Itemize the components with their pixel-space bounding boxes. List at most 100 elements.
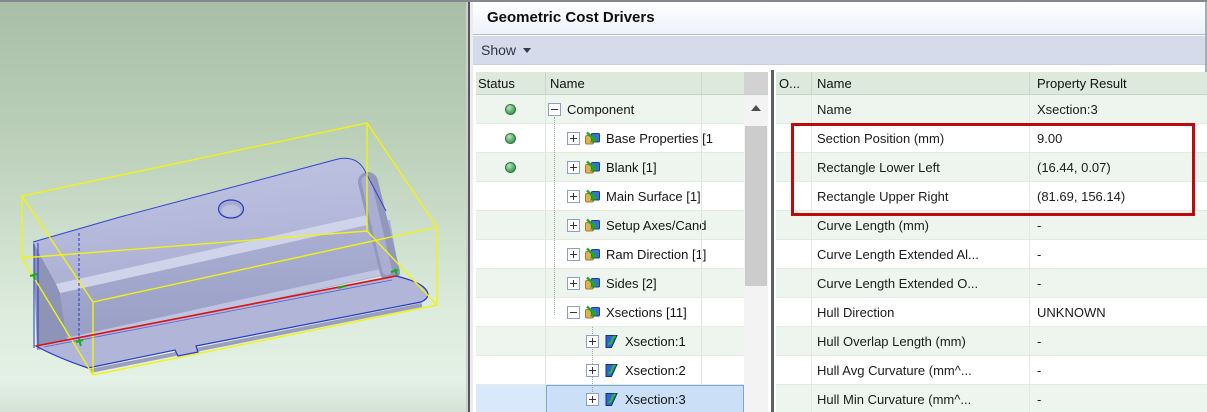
property-name-cell: Curve Length Extended O... — [812, 269, 1030, 297]
status-ok-dot — [505, 104, 516, 115]
tree-row[interactable]: Sides [2] — [476, 269, 744, 298]
cost-driver-group-icon — [585, 189, 600, 204]
tree-row[interactable]: Xsection:3 — [476, 385, 744, 412]
tree-node-label: Xsections [11] — [606, 305, 687, 320]
tree-row[interactable]: Base Properties [1 — [476, 124, 744, 153]
chevron-down-icon — [523, 48, 531, 53]
tree-row[interactable]: Component — [476, 95, 744, 124]
property-name-cell: Hull Direction — [812, 298, 1030, 326]
expand-toggle-icon[interactable] — [567, 132, 580, 145]
cost-driver-group-icon — [585, 218, 600, 233]
cost-driver-tree: Status Name ComponentBase Properties [1 B… — [476, 72, 744, 412]
property-result-cell: - — [1030, 269, 1207, 297]
expand-toggle-icon[interactable] — [586, 364, 599, 377]
property-name-cell: Hull Overlap Length (mm) — [812, 327, 1030, 355]
tree-name-cell: Xsection:2 — [546, 356, 744, 384]
property-o-cell — [776, 269, 812, 297]
status-cell — [476, 327, 546, 355]
property-row[interactable]: Rectangle Lower Left(16.44, 0.07) — [776, 153, 1207, 182]
tree-node-label: Xsection:1 — [625, 334, 686, 349]
expand-toggle-icon[interactable] — [586, 393, 599, 406]
cost-driver-group-icon — [585, 276, 600, 291]
tree-row[interactable]: Xsection:2 — [476, 356, 744, 385]
status-cell — [476, 124, 546, 152]
tree-node-label: Xsection:3 — [625, 392, 686, 407]
expand-toggle-icon[interactable] — [586, 335, 599, 348]
property-row[interactable]: Hull Min Curvature (mm^...- — [776, 385, 1207, 412]
property-row[interactable]: Section Position (mm)9.00 — [776, 124, 1207, 153]
status-cell — [476, 182, 546, 210]
tree-node-label: Xsection:2 — [625, 363, 686, 378]
tree-name-cell: Base Properties [1 — [546, 124, 744, 152]
viewport-panel-splitter[interactable] — [466, 0, 473, 412]
panel-divider — [771, 70, 774, 412]
tree-scrollbar[interactable] — [744, 72, 768, 412]
tree-row[interactable]: Xsections [11] — [476, 298, 744, 327]
property-o-cell — [776, 385, 812, 412]
property-name-cell: Rectangle Lower Left — [812, 153, 1030, 181]
tree-header-name: Name — [546, 72, 744, 94]
expand-toggle-icon[interactable] — [567, 248, 580, 261]
scroll-up-button[interactable] — [744, 97, 768, 119]
collapse-toggle-icon[interactable] — [567, 306, 580, 319]
tree-node-label: Blank [1] — [606, 160, 657, 175]
xsection-icon — [604, 392, 619, 407]
tree-row[interactable]: Main Surface [1] — [476, 182, 744, 211]
show-label: Show — [481, 42, 516, 58]
tree-row[interactable]: Xsection:1 — [476, 327, 744, 356]
status-cell — [476, 269, 546, 297]
property-row[interactable]: Hull DirectionUNKNOWN — [776, 298, 1207, 327]
properties-header-o: O... — [776, 72, 812, 94]
property-result-cell: - — [1030, 356, 1207, 384]
property-o-cell — [776, 211, 812, 239]
expand-toggle-icon[interactable] — [567, 190, 580, 203]
panel-title: Geometric Cost Drivers — [473, 2, 1205, 34]
geometric-cost-drivers-panel: Geometric Cost Drivers Show Status Name … — [473, 0, 1207, 412]
collapse-toggle-icon[interactable] — [548, 103, 561, 116]
property-o-cell — [776, 240, 812, 268]
property-name-cell: Hull Avg Curvature (mm^... — [812, 356, 1030, 384]
property-result-cell: (81.69, 156.14) — [1030, 182, 1207, 210]
panel-title-bar: Geometric Cost Drivers — [473, 2, 1205, 35]
property-row[interactable]: Curve Length Extended Al...- — [776, 240, 1207, 269]
tree-row[interactable]: Blank [1] — [476, 153, 744, 182]
property-row[interactable]: NameXsection:3 — [776, 95, 1207, 124]
cost-driver-group-icon — [585, 247, 600, 262]
status-cell — [476, 211, 546, 239]
tree-name-cell: Setup Axes/Cand — [546, 211, 744, 239]
expand-toggle-icon[interactable] — [567, 277, 580, 290]
tree-body: ComponentBase Properties [1 Blank [1] Main… — [476, 95, 744, 412]
expand-toggle-icon[interactable] — [567, 219, 580, 232]
status-ok-dot — [505, 133, 516, 144]
expand-toggle-icon[interactable] — [567, 161, 580, 174]
cost-driver-group-icon — [585, 305, 600, 320]
property-row[interactable]: Rectangle Upper Right(81.69, 156.14) — [776, 182, 1207, 211]
tree-row[interactable]: Ram Direction [1] — [476, 240, 744, 269]
window-top-border — [0, 0, 1207, 2]
status-cell — [476, 95, 546, 123]
panel-toolbar: Show — [473, 36, 1205, 65]
tree-node-label: Sides [2] — [606, 276, 657, 291]
property-row[interactable]: Curve Length (mm)- — [776, 211, 1207, 240]
property-o-cell — [776, 153, 812, 181]
property-name-cell: Rectangle Upper Right — [812, 182, 1030, 210]
tree-row[interactable]: Setup Axes/Cand — [476, 211, 744, 240]
app-window: Geometric Cost Drivers Show Status Name … — [0, 0, 1207, 412]
property-row[interactable]: Hull Overlap Length (mm)- — [776, 327, 1207, 356]
viewport-3d[interactable] — [0, 0, 466, 412]
property-result-cell: - — [1030, 385, 1207, 412]
tree-header-row: Status Name — [476, 72, 744, 95]
property-row[interactable]: Curve Length Extended O...- — [776, 269, 1207, 298]
property-o-cell — [776, 182, 812, 210]
status-ok-dot — [505, 162, 516, 173]
status-cell — [476, 385, 546, 412]
property-o-cell — [776, 124, 812, 152]
property-row[interactable]: Hull Avg Curvature (mm^...- — [776, 356, 1207, 385]
property-name-cell: Hull Min Curvature (mm^... — [812, 385, 1030, 412]
tree-header-status: Status — [476, 72, 546, 94]
tree-name-cell: Xsection:3 — [546, 385, 744, 412]
show-dropdown-button[interactable]: Show — [473, 42, 531, 58]
scrollbar-thumb[interactable] — [745, 126, 767, 286]
tree-name-cell: Component — [546, 95, 744, 123]
cost-driver-group-icon — [585, 131, 600, 146]
